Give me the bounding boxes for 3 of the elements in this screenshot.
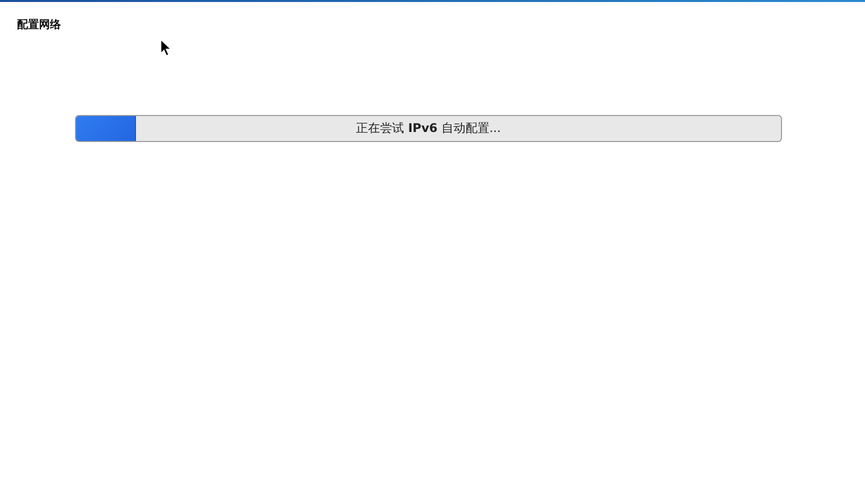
cursor-icon <box>161 40 171 56</box>
progress-label: 正在尝试 IPv6 自动配置... <box>356 120 501 137</box>
window-title: 配置网络 <box>17 17 61 32</box>
